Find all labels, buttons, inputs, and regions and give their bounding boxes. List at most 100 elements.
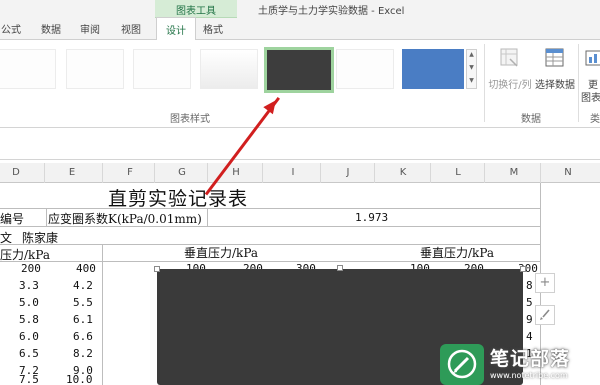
switch-row-column-button[interactable]: 切换行/列 bbox=[486, 45, 534, 105]
column-separator[interactable] bbox=[484, 163, 485, 183]
pressure-column-header[interactable]: 200 bbox=[21, 262, 41, 275]
column-separator[interactable] bbox=[374, 163, 375, 183]
partial-cell[interactable]: 9 bbox=[526, 313, 533, 326]
chart-resize-handle[interactable] bbox=[337, 265, 343, 271]
scroll-down-icon[interactable]: ▼ bbox=[467, 64, 476, 72]
group-divider bbox=[578, 44, 579, 122]
column-header-g[interactable]: G bbox=[172, 167, 192, 178]
switch-row-column-label: 切换行/列 bbox=[488, 80, 532, 91]
column-header-h[interactable]: H bbox=[226, 167, 246, 178]
person-label-cell[interactable]: 文 bbox=[0, 229, 12, 246]
change-chart-type-button[interactable]: 更 图表 bbox=[580, 45, 600, 105]
group-label-chart-styles: 图表样式 bbox=[170, 114, 210, 125]
column-separator[interactable] bbox=[430, 163, 431, 183]
column-header-f[interactable]: F bbox=[120, 167, 140, 178]
partial-cell[interactable]: 8 bbox=[526, 279, 533, 292]
window-title: 土质学与土力学实验数据 - Excel bbox=[258, 6, 405, 17]
tab-review[interactable]: 审阅 bbox=[80, 21, 100, 36]
data-cell[interactable]: 6.0 bbox=[19, 330, 39, 343]
data-cell[interactable]: 5.8 bbox=[19, 313, 39, 326]
sheet-title[interactable]: 直剪实验记录表 bbox=[108, 184, 248, 211]
ribbon-tab-bar: 公式 数据 审阅 视图 设计 格式 bbox=[0, 17, 600, 40]
partial-cell[interactable]: 5 bbox=[526, 296, 533, 309]
coefficient-label-cell[interactable]: 应变圈系数K(kPa/0.01mm) bbox=[48, 210, 202, 227]
grid-line bbox=[0, 208, 540, 209]
chart-style-1[interactable] bbox=[0, 49, 56, 89]
tab-design[interactable]: 设计 bbox=[156, 17, 196, 40]
chart-style-7[interactable] bbox=[402, 49, 464, 89]
data-cell[interactable]: 3.3 bbox=[19, 279, 39, 292]
data-cell[interactable]: 6.5 bbox=[19, 347, 39, 360]
column-header-k[interactable]: K bbox=[393, 167, 413, 178]
column-header-l[interactable]: L bbox=[448, 167, 468, 178]
select-data-button[interactable]: 选择数据 bbox=[533, 45, 577, 105]
column-header-m[interactable]: M bbox=[504, 167, 524, 178]
chart-style-2[interactable] bbox=[66, 49, 124, 89]
ribbon-body: ▲ ▼ ▼ 图表样式 切换行/列 选择数据 数据 更 图表 类 bbox=[0, 40, 600, 128]
column-header-d[interactable]: D bbox=[6, 167, 26, 178]
style-gallery-scrollbar[interactable]: ▲ ▼ ▼ bbox=[466, 49, 477, 89]
chart-style-4[interactable] bbox=[200, 49, 258, 89]
tab-formulas[interactable]: 公式 bbox=[1, 21, 21, 36]
data-cell[interactable]: 6.1 bbox=[73, 313, 93, 326]
gallery-more-icon[interactable]: ▼ bbox=[467, 77, 476, 85]
chart-style-6[interactable] bbox=[336, 49, 394, 89]
tab-data[interactable]: 数据 bbox=[41, 21, 61, 36]
column-header-j[interactable]: J bbox=[338, 167, 358, 178]
pressure-column-header[interactable]: 400 bbox=[76, 262, 96, 275]
formula-bar[interactable] bbox=[0, 128, 600, 160]
chart-type-icon bbox=[585, 50, 600, 66]
column-separator[interactable] bbox=[102, 163, 103, 183]
chart-tools-label: 图表工具 bbox=[176, 6, 216, 17]
pen-icon bbox=[447, 349, 477, 379]
data-cell[interactable]: 7.5 bbox=[19, 373, 39, 385]
brush-icon bbox=[540, 309, 550, 320]
pressure-header-mid[interactable]: 垂直压力/kPa bbox=[184, 244, 258, 261]
watermark-logo bbox=[440, 344, 484, 385]
grid-line bbox=[102, 244, 103, 385]
chart-resize-handle[interactable] bbox=[520, 266, 526, 272]
select-data-icon bbox=[545, 48, 564, 67]
column-separator[interactable] bbox=[540, 163, 541, 183]
title-bar: 图表工具 土质学与土力学实验数据 - Excel bbox=[0, 0, 600, 18]
person-name-cell[interactable]: 陈家康 bbox=[22, 229, 58, 246]
grid-line bbox=[46, 208, 47, 226]
group-label-data: 数据 bbox=[521, 114, 541, 125]
column-header-row: D E F G H I J K L M N bbox=[0, 163, 600, 183]
column-header-i[interactable]: I bbox=[283, 167, 303, 178]
column-header-e[interactable]: E bbox=[62, 167, 82, 178]
column-separator[interactable] bbox=[44, 163, 45, 183]
group-label-type: 类 bbox=[590, 114, 600, 125]
scroll-up-icon[interactable]: ▲ bbox=[467, 51, 476, 59]
chart-resize-handle[interactable] bbox=[154, 266, 160, 272]
column-separator[interactable] bbox=[320, 163, 321, 183]
partial-cell[interactable]: 4 bbox=[526, 330, 533, 343]
column-separator[interactable] bbox=[154, 163, 155, 183]
column-separator[interactable] bbox=[262, 163, 263, 183]
column-separator[interactable] bbox=[207, 163, 208, 183]
pressure-header-left[interactable]: 压力/kPa bbox=[0, 246, 50, 263]
data-cell[interactable]: 5.5 bbox=[73, 296, 93, 309]
plus-icon: + bbox=[539, 275, 551, 290]
tab-view[interactable]: 视图 bbox=[121, 21, 141, 36]
coefficient-value-cell[interactable]: 1.973 bbox=[355, 211, 388, 224]
chart-elements-button[interactable]: + bbox=[535, 273, 555, 293]
chart-styles-button[interactable] bbox=[535, 305, 555, 325]
group-divider bbox=[484, 44, 485, 122]
data-cell[interactable]: 4.2 bbox=[73, 279, 93, 292]
select-data-label: 选择数据 bbox=[535, 80, 575, 91]
chart-style-selected[interactable] bbox=[264, 47, 334, 93]
data-cell[interactable]: 8.2 bbox=[73, 347, 93, 360]
id-label-cell[interactable]: 编号 bbox=[0, 210, 24, 227]
change-chart-type-label-line2: 图表 bbox=[581, 93, 600, 104]
watermark-name: 笔记部落 bbox=[490, 348, 571, 370]
ribbon: 图表工具 土质学与土力学实验数据 - Excel 公式 数据 审阅 视图 设计 … bbox=[0, 0, 600, 160]
data-cell[interactable]: 6.6 bbox=[73, 330, 93, 343]
pressure-header-right[interactable]: 垂直压力/kPa bbox=[420, 244, 494, 261]
tab-format[interactable]: 格式 bbox=[203, 21, 223, 36]
column-header-n[interactable]: N bbox=[558, 167, 578, 178]
data-cell[interactable]: 5.0 bbox=[19, 296, 39, 309]
chart-tools-header: 图表工具 bbox=[155, 0, 237, 18]
chart-style-3[interactable] bbox=[133, 49, 191, 89]
data-cell[interactable]: 10.0 bbox=[66, 373, 93, 385]
